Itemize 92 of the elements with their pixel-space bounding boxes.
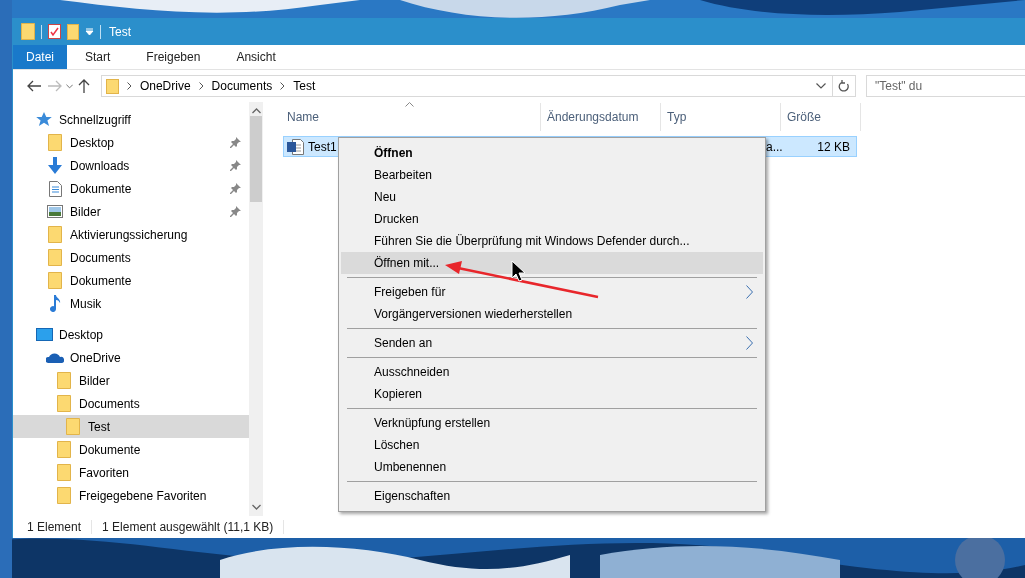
pin-icon[interactable] [230, 206, 241, 217]
file-name: Test1 [308, 139, 337, 154]
new-folder-icon[interactable] [67, 23, 79, 40]
desktop-icon [35, 328, 53, 341]
search-field[interactable]: "Test" du [866, 75, 1025, 97]
nav-item[interactable]: Dokumente [13, 177, 249, 200]
ribbon-tab[interactable]: Ansicht [218, 45, 294, 69]
mouse-cursor-icon [511, 260, 526, 282]
column-header[interactable]: Größe [781, 103, 861, 131]
chevron-right-icon [280, 82, 286, 90]
chevron-right-icon [198, 82, 204, 90]
menu-item[interactable]: Kopieren [341, 383, 763, 405]
folder-icon [48, 272, 62, 289]
word-document-icon [287, 138, 304, 155]
folder-icon [48, 134, 62, 151]
chevron-right-icon [126, 82, 132, 90]
menu-item[interactable]: Drucken [341, 208, 763, 230]
column-header[interactable]: Name [281, 103, 541, 131]
breadcrumb[interactable]: Test [293, 79, 316, 93]
menu-item[interactable]: Bearbeiten [341, 164, 763, 186]
menu-item[interactable]: Öffnen mit... [341, 252, 763, 274]
download-arrow-icon [47, 157, 63, 174]
music-note-icon [49, 295, 61, 312]
breadcrumb[interactable]: Documents [211, 79, 273, 93]
dropdown-icon[interactable] [85, 27, 94, 36]
nav-item[interactable]: Favoriten [13, 461, 249, 484]
ribbon-tab[interactable]: Start [67, 45, 129, 69]
nav-item[interactable]: Aktivierungssicherung [13, 223, 249, 246]
menu-item[interactable]: Vorgängerversionen wiederherstellen [341, 303, 763, 325]
nav-item[interactable]: Desktop [13, 323, 249, 346]
folder-icon [105, 78, 119, 94]
menu-item[interactable]: Eigenschaften [341, 485, 763, 507]
menu-item[interactable]: Neu [341, 186, 763, 208]
nav-item[interactable]: Bilder [13, 200, 249, 223]
nav-item[interactable]: Musik [13, 292, 249, 315]
nav-item[interactable]: Downloads [13, 154, 249, 177]
nav-item[interactable]: Bilder [13, 369, 249, 392]
properties-icon[interactable] [48, 24, 61, 39]
scrollbar[interactable] [249, 102, 263, 516]
folder-icon [57, 464, 71, 481]
refresh-icon[interactable] [838, 79, 850, 93]
menu-item[interactable]: Öffnen [341, 142, 763, 164]
ribbon-tab[interactable]: Datei [13, 45, 67, 69]
cloud-icon [46, 352, 64, 363]
folder-icon [66, 418, 80, 435]
menu-item[interactable]: Ausschneiden [341, 361, 763, 383]
pin-icon[interactable] [230, 137, 241, 148]
scroll-down-icon[interactable] [251, 504, 261, 510]
menu-item[interactable]: Führen Sie die Überprüfung mit Windows Defender durch... [341, 230, 763, 252]
status-text: 1 Element [27, 520, 82, 534]
file-size: 12 KB [816, 139, 851, 154]
nav-item[interactable]: OneDrive [13, 346, 249, 369]
up-arrow-icon[interactable] [78, 79, 91, 93]
star-icon [36, 112, 52, 127]
menu-item[interactable]: Verknüpfung erstellen [341, 412, 763, 434]
window-title: Test [109, 24, 131, 39]
pin-icon[interactable] [230, 160, 241, 171]
nav-item[interactable]: Dokumente [13, 438, 249, 461]
back-arrow-icon[interactable] [26, 80, 41, 92]
nav-item[interactable]: Desktop [13, 131, 249, 154]
nav-item[interactable]: Schnellzugriff [13, 108, 249, 131]
nav-item[interactable]: Test [13, 415, 249, 438]
folder-icon [48, 249, 62, 266]
folder-icon [48, 226, 62, 243]
menu-item[interactable]: Umbenennen [341, 456, 763, 478]
scroll-up-icon[interactable] [251, 108, 261, 114]
nav-item[interactable]: Freigegebene Favoriten [13, 484, 249, 507]
breadcrumb[interactable]: OneDrive [139, 79, 191, 93]
menu-item[interactable]: Freigeben für [341, 281, 763, 303]
status-text: 1 Element ausgewählt (11,1 KB) [102, 520, 274, 534]
nav-item[interactable]: Documents [13, 392, 249, 415]
folder-icon [57, 487, 71, 504]
sort-caret-icon [405, 102, 414, 107]
menu-item[interactable]: Löschen [341, 434, 763, 456]
file-type: a... [765, 139, 784, 154]
forward-arrow-icon[interactable] [48, 80, 63, 92]
address-bar[interactable]: OneDrive Documents Test [100, 75, 856, 97]
image-icon [47, 205, 63, 218]
menu-item[interactable]: Senden an [341, 332, 763, 354]
folder-icon [57, 441, 71, 458]
chevron-down-icon[interactable] [816, 83, 826, 89]
column-header[interactable]: Änderungsdatum [541, 103, 661, 131]
document-icon [48, 180, 62, 197]
folder-icon [57, 395, 71, 412]
ribbon-tab[interactable]: Freigeben [128, 45, 219, 69]
scrollbar-thumb[interactable] [250, 116, 262, 202]
column-header[interactable]: Typ [661, 103, 781, 131]
nav-item[interactable]: Dokumente [13, 269, 249, 292]
pin-icon[interactable] [230, 183, 241, 194]
folder-icon [57, 372, 71, 389]
folder-icon [21, 23, 35, 40]
nav-item[interactable]: Documents [13, 246, 249, 269]
